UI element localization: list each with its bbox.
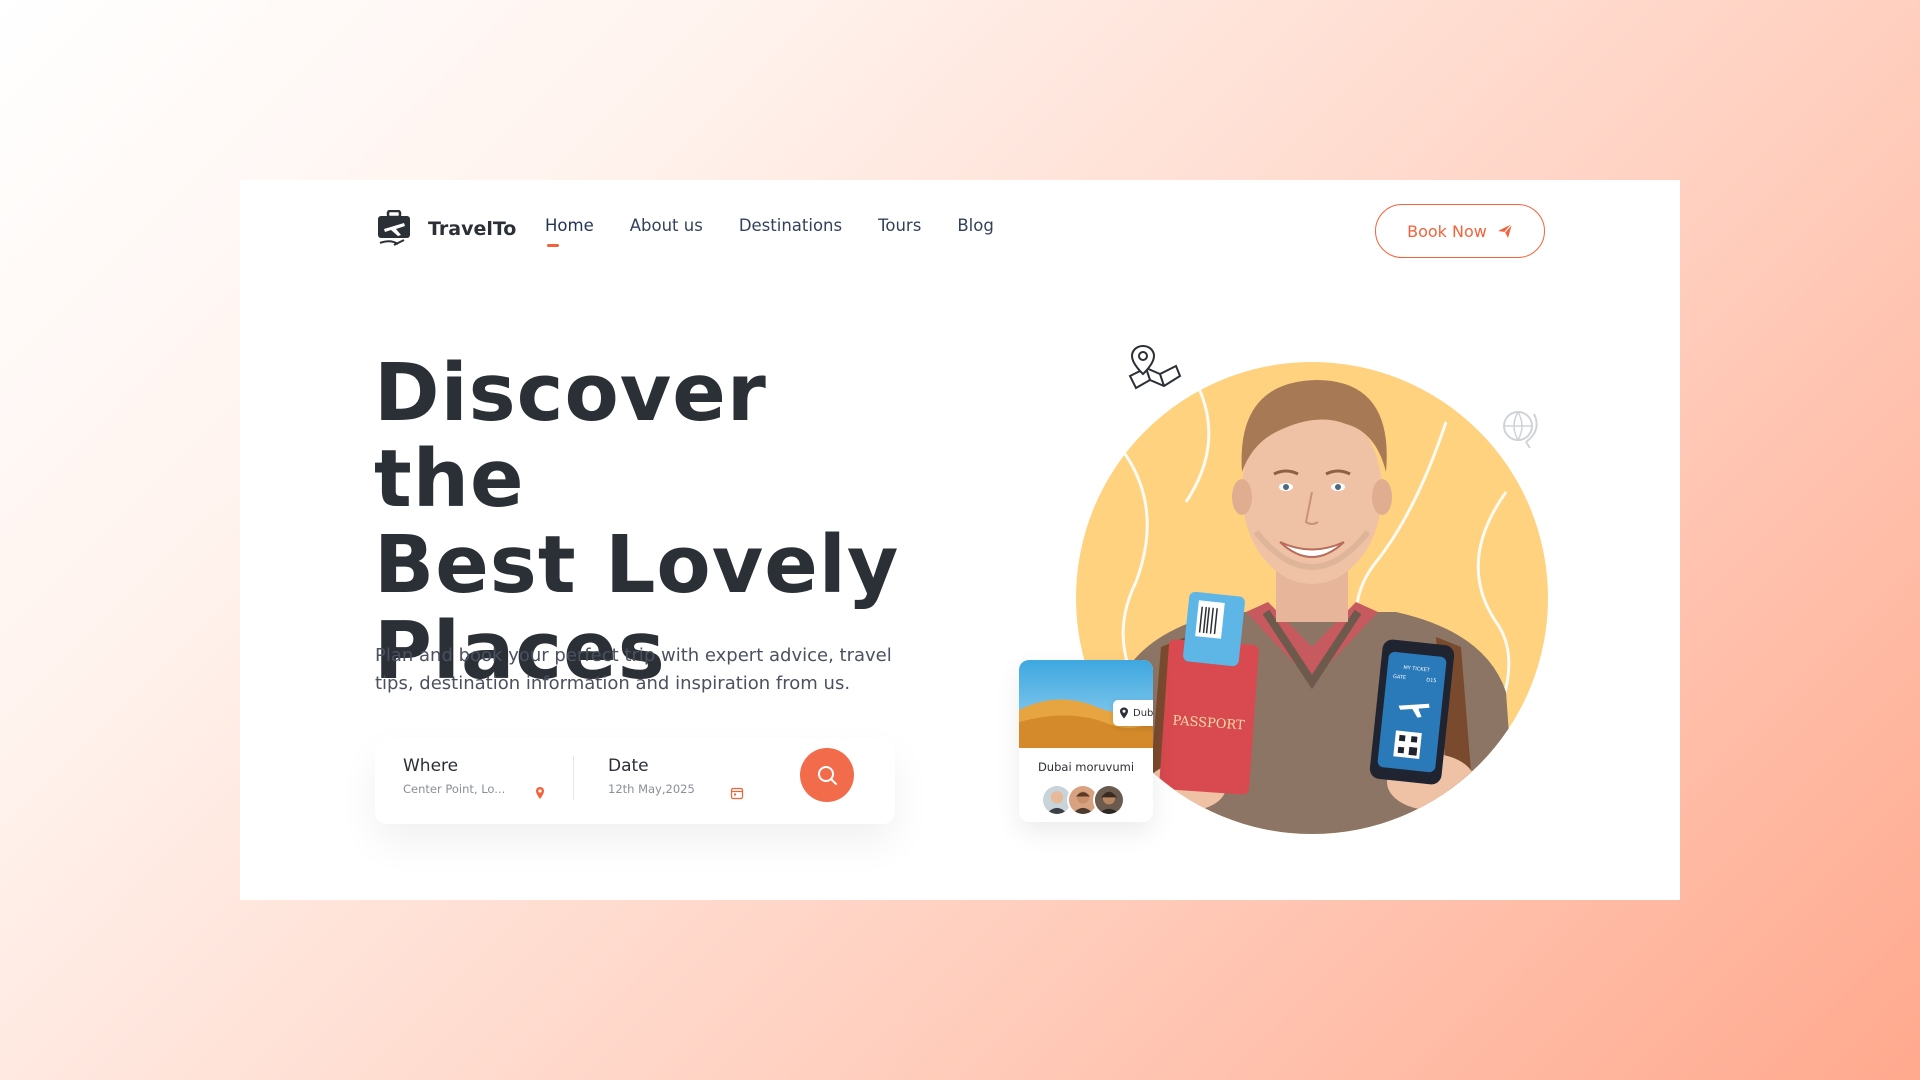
nav-item-blog[interactable]: Blog: [957, 216, 993, 235]
location-pin-icon: [536, 787, 544, 799]
search-icon: [818, 766, 837, 785]
date-label: Date: [608, 756, 649, 776]
destination-tag-label: Dubai: [1133, 707, 1153, 719]
plane-suitcase-icon: [378, 210, 410, 246]
nav-item-home[interactable]: Home: [545, 216, 594, 247]
book-now-label: Book Now: [1407, 221, 1487, 241]
destination-card[interactable]: Dubai Dubai moruvumi: [1019, 660, 1153, 822]
nav-item-about-us[interactable]: About us: [630, 216, 703, 235]
hero-subtext: Plan and book your perfect trip with exp…: [375, 645, 892, 694]
search-divider: [573, 756, 574, 800]
headline-line-2: Best Lovely: [374, 519, 900, 611]
main-nav: Home About us Destinations Tours Blog: [545, 216, 994, 247]
brand-logo[interactable]: TravelTo: [374, 210, 516, 248]
date-value: 12th May,2025: [608, 782, 695, 796]
avatar: [1093, 784, 1125, 816]
search-bar: Where Center Point, Lo... Date 12th May,…: [375, 738, 895, 824]
page-frame: TravelTo Home About us Destinations Tour…: [240, 180, 1680, 900]
destination-name: Dubai moruvumi: [1037, 760, 1135, 774]
phone-gate-value: D15: [1426, 677, 1437, 684]
nav-item-destinations[interactable]: Destinations: [739, 216, 842, 235]
where-field[interactable]: Where Center Point, Lo...: [403, 756, 563, 799]
date-field[interactable]: Date 12th May,2025: [608, 756, 768, 800]
where-label: Where: [403, 756, 459, 776]
avatar-group: [1041, 784, 1125, 816]
book-now-button[interactable]: Book Now: [1375, 204, 1545, 258]
location-pin-icon: [1120, 707, 1128, 719]
destination-tag: Dubai: [1113, 700, 1153, 726]
search-button[interactable]: [800, 748, 854, 802]
nav-item-tours[interactable]: Tours: [878, 216, 921, 235]
headline-line-1: Discover the: [374, 347, 767, 525]
brand-name: TravelTo: [428, 218, 517, 240]
calendar-icon: [730, 787, 744, 800]
send-icon: [1497, 223, 1513, 238]
